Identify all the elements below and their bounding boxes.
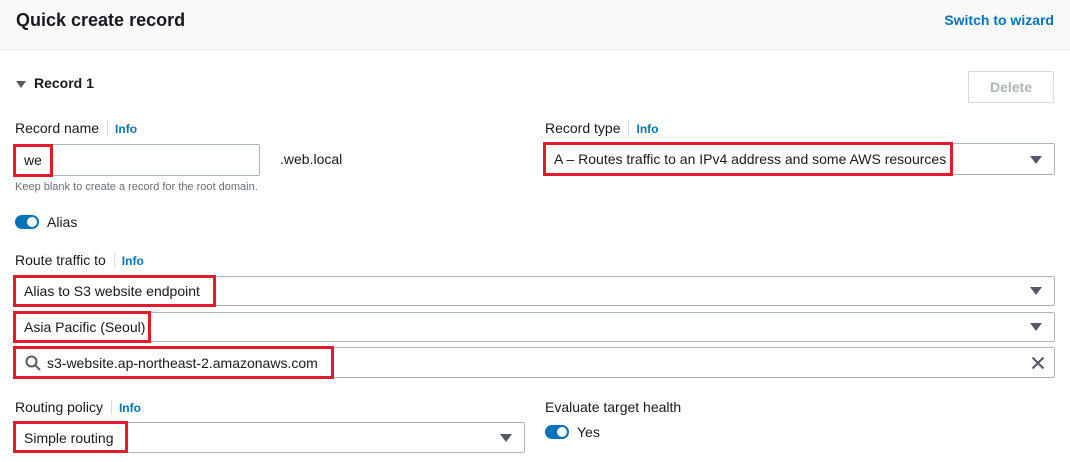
record-collapse-toggle[interactable] bbox=[16, 80, 30, 90]
divider bbox=[628, 121, 630, 135]
domain-suffix: .web.local bbox=[280, 151, 343, 167]
record-type-label-text: Record type bbox=[545, 120, 621, 136]
endpoint-type-value: Alias to S3 website endpoint bbox=[24, 283, 200, 299]
chevron-down-icon bbox=[500, 434, 512, 442]
panel-title: Quick create record bbox=[16, 10, 186, 30]
route-traffic-label: Route traffic to Info bbox=[15, 252, 144, 268]
region-select[interactable]: Asia Pacific (Seoul) bbox=[14, 312, 1055, 342]
region-value: Asia Pacific (Seoul) bbox=[24, 319, 146, 335]
record-name-info-link[interactable]: Info bbox=[115, 122, 137, 136]
clear-icon[interactable] bbox=[1031, 356, 1045, 370]
endpoint-search-input[interactable]: s3-website.ap-northeast-2.amazonaws.com bbox=[14, 347, 1055, 378]
record-name-label: Record name Info bbox=[15, 120, 137, 136]
caret-down-icon bbox=[16, 81, 26, 88]
switch-to-wizard-link[interactable]: Switch to wizard bbox=[944, 12, 1054, 28]
record-type-label: Record type Info bbox=[545, 120, 658, 136]
record-type-select[interactable]: A – Routes traffic to an IPv4 address an… bbox=[544, 143, 1055, 175]
record-name-value: we bbox=[24, 152, 42, 168]
divider bbox=[110, 400, 112, 414]
alias-label: Alias bbox=[47, 214, 78, 230]
routing-policy-value: Simple routing bbox=[24, 429, 114, 446]
chevron-down-icon bbox=[1030, 323, 1042, 331]
routing-policy-label-text: Routing policy bbox=[15, 399, 103, 415]
delete-record-button[interactable]: Delete bbox=[968, 71, 1054, 103]
endpoint-value: s3-website.ap-northeast-2.amazonaws.com bbox=[47, 354, 318, 371]
alias-toggle[interactable] bbox=[15, 215, 39, 229]
toggle-knob bbox=[27, 217, 37, 227]
evaluate-health-value: Yes bbox=[577, 424, 600, 440]
chevron-down-icon bbox=[1030, 287, 1042, 295]
routing-policy-info-link[interactable]: Info bbox=[119, 401, 141, 415]
record-name-label-text: Record name bbox=[15, 120, 100, 136]
record-name-input[interactable]: we bbox=[14, 144, 260, 176]
toggle-knob bbox=[557, 427, 567, 437]
record-section-title: Record 1 bbox=[34, 75, 94, 91]
divider bbox=[107, 121, 109, 135]
endpoint-type-select[interactable]: Alias to S3 website endpoint bbox=[14, 276, 1055, 306]
chevron-down-icon bbox=[1030, 156, 1042, 164]
routing-policy-label: Routing policy Info bbox=[15, 399, 141, 415]
record-type-value: A – Routes traffic to an IPv4 address an… bbox=[554, 151, 947, 167]
route-traffic-label-text: Route traffic to bbox=[15, 252, 106, 268]
route-traffic-info-link[interactable]: Info bbox=[122, 254, 144, 268]
record-type-info-link[interactable]: Info bbox=[636, 122, 658, 136]
evaluate-health-toggle[interactable] bbox=[545, 425, 569, 439]
evaluate-health-label: Evaluate target health bbox=[545, 399, 682, 415]
divider bbox=[113, 253, 115, 267]
search-icon bbox=[25, 355, 41, 371]
record-name-hint: Keep blank to create a record for the ro… bbox=[15, 181, 258, 193]
routing-policy-select[interactable]: Simple routing bbox=[14, 422, 525, 453]
